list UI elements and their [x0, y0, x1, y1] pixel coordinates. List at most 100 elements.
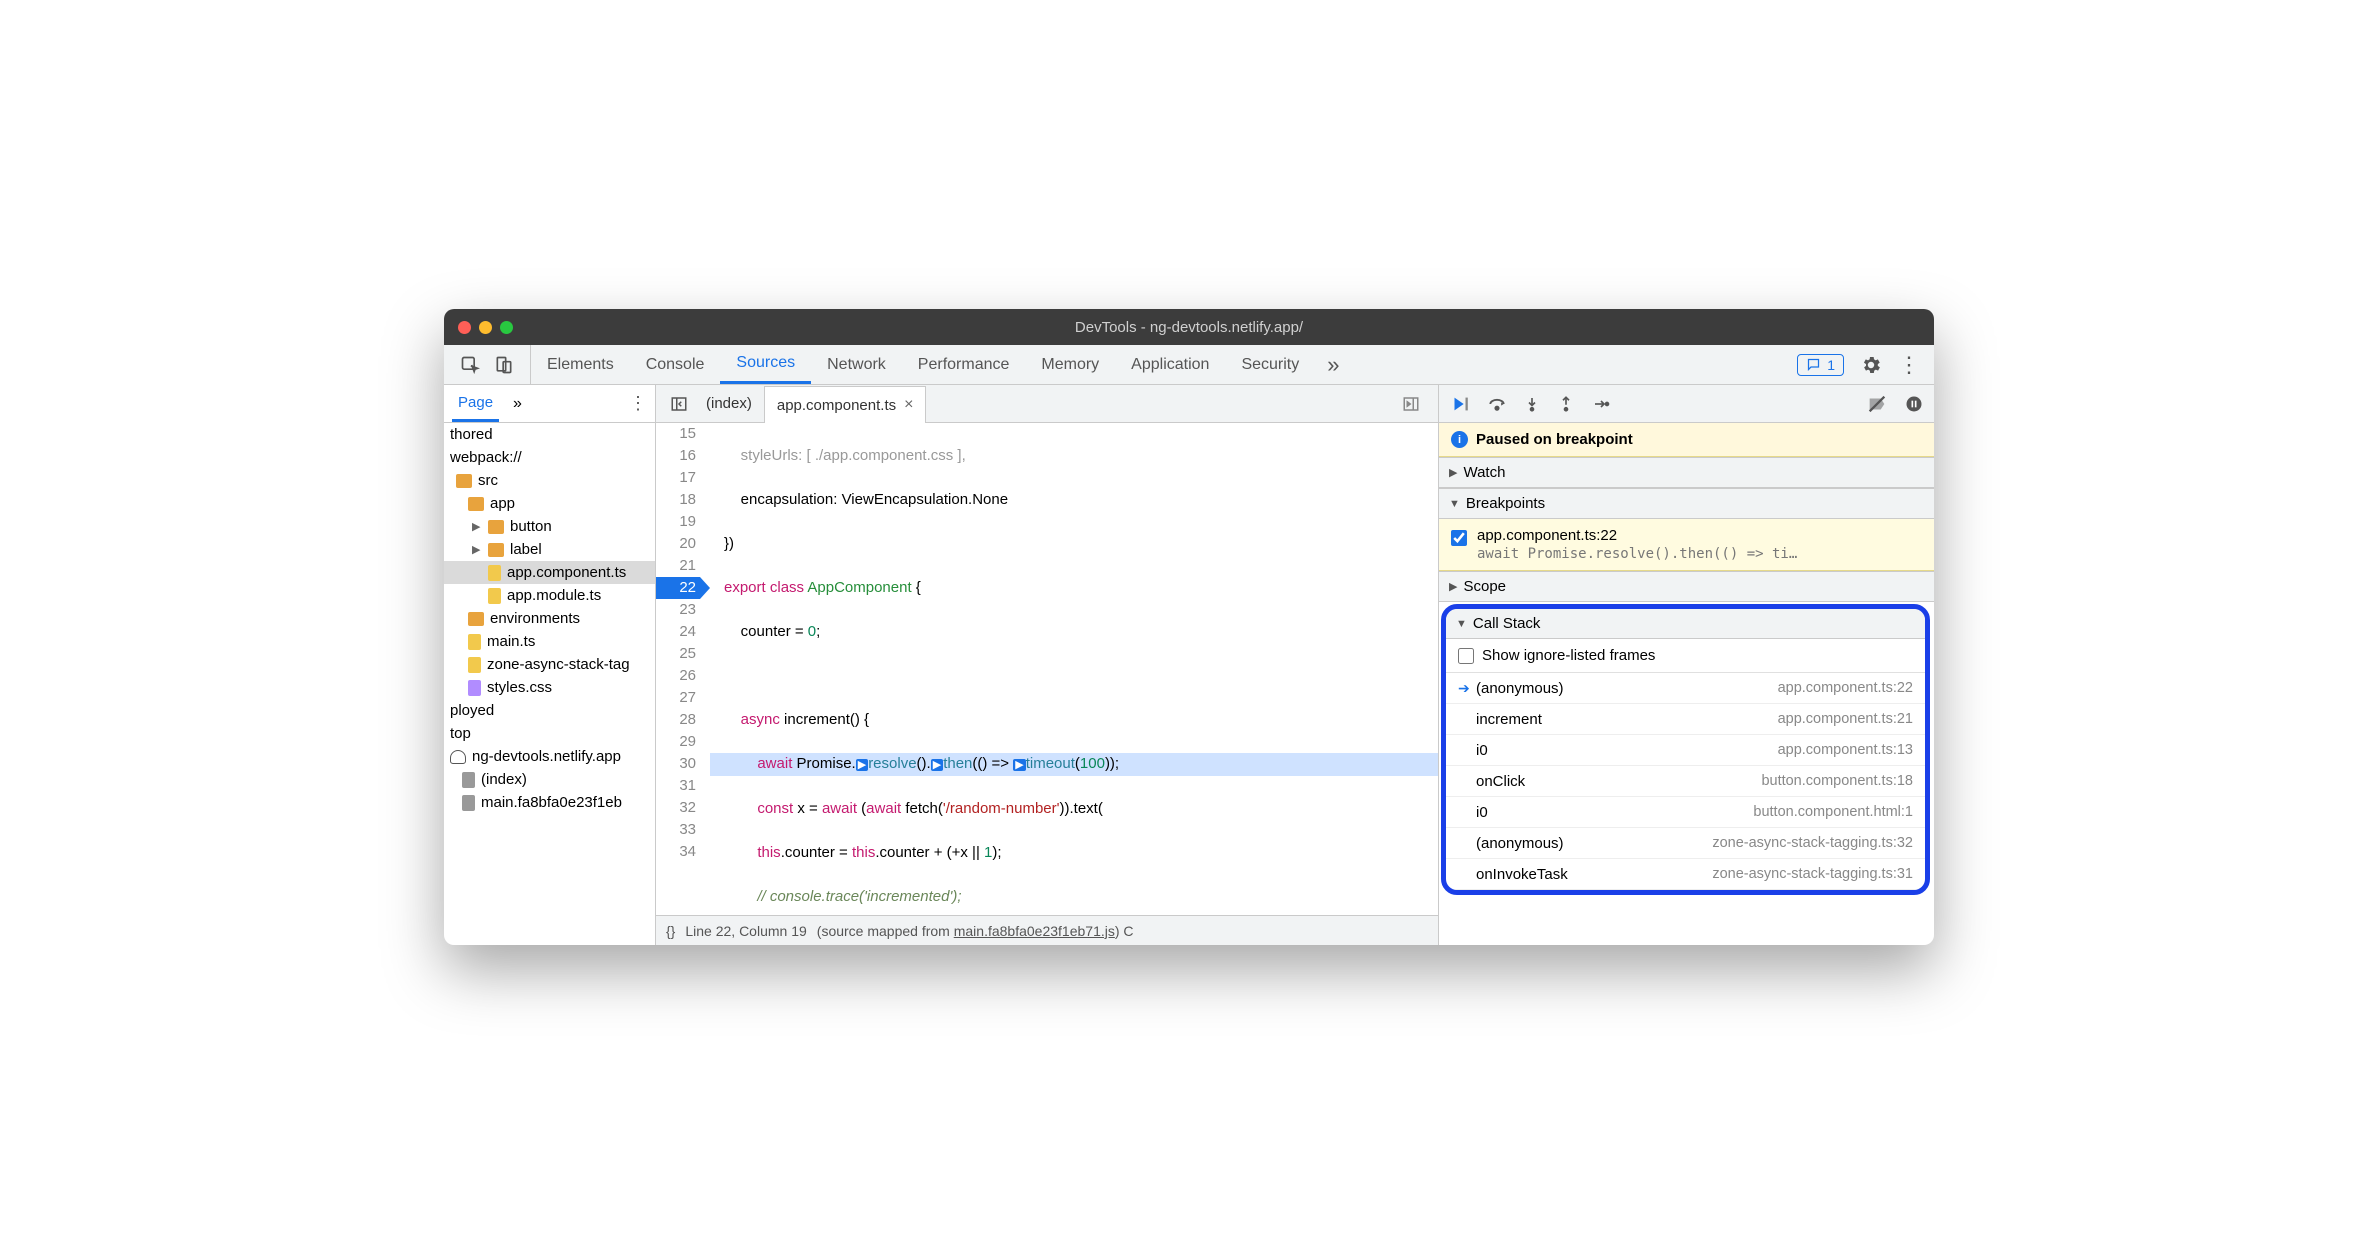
tab-memory[interactable]: Memory — [1025, 345, 1115, 384]
tab-sources[interactable]: Sources — [720, 345, 811, 384]
frame-location: app.component.ts:21 — [1778, 711, 1913, 727]
inspect-element-icon[interactable] — [460, 355, 480, 375]
code-lines: styleUrls: [ ./app.component.css ], enca… — [710, 423, 1438, 915]
callstack-frame[interactable]: (anonymous)zone-async-stack-tagging.ts:3… — [1446, 828, 1925, 859]
toggle-nav-pane-icon[interactable] — [664, 395, 694, 413]
cursor-position: Line 22, Column 19 — [685, 923, 806, 939]
callstack-frame[interactable]: onInvokeTask zone-async-stack-tagging.ts:… — [1446, 859, 1925, 890]
frame-name: i0 — [1476, 804, 1488, 821]
issues-badge[interactable]: 1 — [1797, 354, 1844, 376]
callstack-frame[interactable]: i0app.component.ts:13 — [1446, 735, 1925, 766]
line-gutter[interactable]: 15 16 17 18 19 20 21 22 23 24 25 26 27 2… — [656, 423, 710, 915]
file-icon — [468, 657, 481, 673]
step-out-icon[interactable] — [1557, 394, 1575, 414]
tree-deployed[interactable]: ployed — [444, 699, 655, 722]
cloud-icon — [450, 750, 466, 764]
section-breakpoints[interactable]: ▼Breakpoints — [1439, 488, 1934, 519]
tab-performance[interactable]: Performance — [902, 345, 1026, 384]
tree-src[interactable]: src — [444, 469, 655, 492]
tab-network[interactable]: Network — [811, 345, 902, 384]
nav-kebab-icon[interactable]: ⋮ — [629, 393, 647, 414]
tree-button[interactable]: ▶button — [444, 515, 655, 538]
tree-authored[interactable]: thored — [444, 423, 655, 446]
minimize-icon[interactable] — [479, 321, 492, 334]
tab-security[interactable]: Security — [1225, 345, 1315, 384]
issues-count: 1 — [1827, 357, 1835, 373]
tabs-overflow-icon[interactable]: » — [1315, 352, 1351, 378]
tree-app-module[interactable]: app.module.ts — [444, 584, 655, 607]
editor-tab-app-component[interactable]: app.component.ts× — [764, 386, 927, 423]
close-icon[interactable] — [458, 321, 471, 334]
folder-icon — [468, 612, 484, 626]
window-title: DevTools - ng-devtools.netlify.app/ — [444, 319, 1934, 336]
tree-top[interactable]: top — [444, 722, 655, 745]
folder-icon — [488, 543, 504, 557]
tab-application[interactable]: Application — [1115, 345, 1225, 384]
settings-icon[interactable] — [1860, 354, 1882, 376]
debugger-pane: i Paused on breakpoint ▶Watch ▼Breakpoin… — [1439, 385, 1934, 945]
caret-icon: ▶ — [472, 520, 482, 533]
tree-webpack[interactable]: webpack:// — [444, 446, 655, 469]
devtools-window: DevTools - ng-devtools.netlify.app/ Elem… — [444, 309, 1934, 945]
device-toggle-icon[interactable] — [494, 355, 514, 375]
sourcemap-link[interactable]: main.fa8bfa0e23f1eb71.js — [954, 923, 1115, 939]
maximize-icon[interactable] — [500, 321, 513, 334]
pause-on-exceptions-icon[interactable] — [1904, 394, 1924, 414]
code-editor[interactable]: 15 16 17 18 19 20 21 22 23 24 25 26 27 2… — [656, 423, 1438, 915]
tree-index[interactable]: (index) — [444, 768, 655, 791]
breakpoint-marker[interactable]: 22 — [656, 577, 700, 599]
step-into-icon[interactable] — [1523, 394, 1541, 414]
section-callstack[interactable]: ▼Call Stack — [1446, 609, 1925, 639]
section-watch[interactable]: ▶Watch — [1439, 457, 1934, 488]
tree-environments[interactable]: environments — [444, 607, 655, 630]
folder-icon — [456, 474, 472, 488]
ignore-listed-checkbox[interactable] — [1458, 648, 1474, 664]
nav-tabs-overflow-icon[interactable]: » — [507, 395, 528, 413]
frame-location: button.component.html:1 — [1753, 804, 1913, 820]
tree-styles[interactable]: styles.css — [444, 676, 655, 699]
titlebar: DevTools - ng-devtools.netlify.app/ — [444, 309, 1934, 345]
frame-name: (anonymous) — [1476, 680, 1564, 697]
editor-pane: (index) app.component.ts× 15 16 17 18 19… — [656, 385, 1439, 945]
tab-elements[interactable]: Elements — [531, 345, 630, 384]
frame-name: onInvokeTask — [1476, 866, 1568, 883]
file-icon — [468, 680, 481, 696]
show-ignore-listed[interactable]: Show ignore-listed frames — [1446, 639, 1925, 673]
deactivate-breakpoints-icon[interactable] — [1866, 393, 1888, 415]
frame-location: app.component.ts:22 — [1778, 680, 1913, 696]
tree-zone-async[interactable]: zone-async-stack-tag — [444, 653, 655, 676]
breakpoint-checkbox[interactable] — [1451, 530, 1467, 546]
tree-app[interactable]: app — [444, 492, 655, 515]
close-tab-icon[interactable]: × — [904, 396, 913, 414]
folder-icon — [468, 497, 484, 511]
section-scope[interactable]: ▶Scope — [1439, 571, 1934, 602]
tab-console[interactable]: Console — [630, 345, 721, 384]
tree-label[interactable]: ▶label — [444, 538, 655, 561]
resume-icon[interactable] — [1449, 393, 1471, 415]
folder-icon — [488, 520, 504, 534]
info-icon: i — [1451, 431, 1468, 448]
breakpoint-entry[interactable]: app.component.ts:22 await Promise.resolv… — [1439, 519, 1934, 571]
navigator-pane: Page » ⋮ thored webpack:// src app ▶butt… — [444, 385, 656, 945]
toggle-debug-pane-icon[interactable] — [1392, 395, 1430, 413]
traffic-lights — [458, 321, 513, 334]
step-icon[interactable] — [1591, 395, 1611, 413]
braces-icon[interactable]: {} — [666, 923, 675, 939]
tree-netlify[interactable]: ng-devtools.netlify.app — [444, 745, 655, 768]
kebab-menu-icon[interactable]: ⋮ — [1898, 352, 1920, 378]
tree-main-hash[interactable]: main.fa8bfa0e23f1eb — [444, 791, 655, 814]
callstack-highlight: ▼Call Stack Show ignore-listed frames ➔(… — [1441, 604, 1930, 895]
nav-tab-page[interactable]: Page — [452, 385, 499, 422]
editor-tab-index[interactable]: (index) — [694, 385, 764, 422]
callstack-frame[interactable]: i0 button.component.html:1 — [1446, 797, 1925, 828]
callstack-frame[interactable]: incrementapp.component.ts:21 — [1446, 704, 1925, 735]
step-marker-icon: ▶ — [1013, 759, 1025, 771]
tree-main-ts[interactable]: main.ts — [444, 630, 655, 653]
main-tabs: Elements Console Sources Network Perform… — [444, 345, 1934, 385]
file-icon — [488, 588, 501, 604]
callstack-frame[interactable]: ➔(anonymous)app.component.ts:22 — [1446, 673, 1925, 704]
step-over-icon[interactable] — [1487, 394, 1507, 414]
callstack-frame[interactable]: onClickbutton.component.ts:18 — [1446, 766, 1925, 797]
tree-app-component[interactable]: app.component.ts — [444, 561, 655, 584]
frame-location: zone-async-stack-tagging.ts:31 — [1712, 866, 1913, 882]
